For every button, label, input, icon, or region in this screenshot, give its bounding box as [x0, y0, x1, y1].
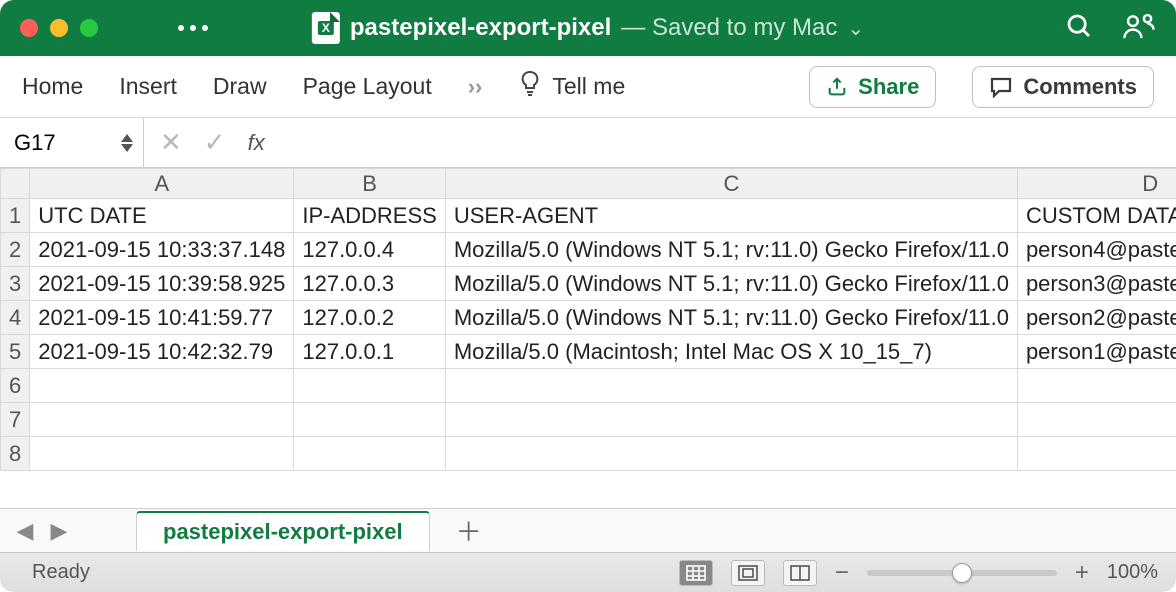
- add-sheet-button[interactable]: ＋: [444, 512, 494, 549]
- titlebar: X pastepixel-export-pixel — Saved to my …: [0, 0, 1176, 56]
- cell[interactable]: [294, 369, 445, 403]
- cancel-formula-icon[interactable]: ✕: [160, 127, 182, 158]
- cell[interactable]: [1017, 403, 1176, 437]
- cell[interactable]: [445, 369, 1017, 403]
- cell[interactable]: [30, 437, 294, 471]
- tab-insert[interactable]: Insert: [119, 73, 177, 100]
- cell[interactable]: USER-AGENT: [445, 199, 1017, 233]
- zoom-level[interactable]: 100%: [1107, 561, 1158, 584]
- col-header-C[interactable]: C: [445, 169, 1017, 199]
- cell[interactable]: [30, 369, 294, 403]
- cell[interactable]: person1@pastepixel.com: [1017, 335, 1176, 369]
- sheet-tab[interactable]: pastepixel-export-pixel: [136, 511, 430, 551]
- sheet-nav-prev-icon[interactable]: ◀: [8, 518, 42, 544]
- cell[interactable]: UTC DATE: [30, 199, 294, 233]
- cell[interactable]: CUSTOM DATA: [1017, 199, 1176, 233]
- col-header-D[interactable]: D: [1017, 169, 1176, 199]
- col-header-B[interactable]: B: [294, 169, 445, 199]
- cell[interactable]: person3@pastepixel.com: [1017, 267, 1176, 301]
- tab-draw[interactable]: Draw: [213, 73, 267, 100]
- cell[interactable]: [30, 403, 294, 437]
- search-icon[interactable]: [1064, 11, 1094, 46]
- fullscreen-window-button[interactable]: [80, 19, 98, 37]
- cell[interactable]: 2021-09-15 10:41:59.77: [30, 301, 294, 335]
- status-ready: Ready: [18, 561, 90, 584]
- formula-bar: G17 ✕ ✓ fx: [0, 118, 1176, 168]
- cell[interactable]: 127.0.0.2: [294, 301, 445, 335]
- cell[interactable]: [294, 403, 445, 437]
- share-button-label: Share: [858, 74, 919, 100]
- ribbon-tabs: Home Insert Draw Page Layout ›› Tell me …: [0, 56, 1176, 118]
- document-filename: pastepixel-export-pixel: [350, 14, 611, 42]
- row-header[interactable]: 1: [1, 199, 30, 233]
- cell[interactable]: [1017, 437, 1176, 471]
- status-bar: Ready − + 100%: [0, 552, 1176, 592]
- cell[interactable]: [445, 437, 1017, 471]
- cell[interactable]: Mozilla/5.0 (Windows NT 5.1; rv:11.0) Ge…: [445, 233, 1017, 267]
- view-normal-button[interactable]: [679, 560, 713, 586]
- cell[interactable]: person2@pastepixel.com: [1017, 301, 1176, 335]
- row-header[interactable]: 5: [1, 335, 30, 369]
- zoom-out-button[interactable]: −: [835, 559, 849, 587]
- name-box-stepper[interactable]: [119, 133, 135, 153]
- toolbar-overflow-button[interactable]: [178, 25, 208, 31]
- sheet-tab-label: pastepixel-export-pixel: [163, 519, 403, 544]
- comments-button-label: Comments: [1023, 74, 1137, 100]
- row-header[interactable]: 4: [1, 301, 30, 335]
- zoom-in-button[interactable]: +: [1075, 559, 1089, 587]
- row-header[interactable]: 3: [1, 267, 30, 301]
- window-controls: [20, 19, 98, 37]
- tab-home[interactable]: Home: [22, 73, 83, 100]
- cell[interactable]: 2021-09-15 10:42:32.79: [30, 335, 294, 369]
- fx-icon[interactable]: fx: [248, 130, 265, 156]
- name-box[interactable]: G17: [0, 118, 144, 167]
- ribbon-more-icon[interactable]: ››: [468, 74, 483, 100]
- cell[interactable]: 127.0.0.3: [294, 267, 445, 301]
- cell[interactable]: person4@pastepixel.com: [1017, 233, 1176, 267]
- spreadsheet-grid[interactable]: A B C D 1 UTC DATE IP-ADDRESS USER-AGENT…: [0, 168, 1176, 508]
- row-header[interactable]: 8: [1, 437, 30, 471]
- row-header[interactable]: 7: [1, 403, 30, 437]
- cell[interactable]: [294, 437, 445, 471]
- col-header-A[interactable]: A: [30, 169, 294, 199]
- cell[interactable]: Mozilla/5.0 (Windows NT 5.1; rv:11.0) Ge…: [445, 301, 1017, 335]
- zoom-slider[interactable]: [867, 570, 1057, 576]
- tell-me-button[interactable]: Tell me: [552, 73, 625, 100]
- cell[interactable]: [1017, 369, 1176, 403]
- share-button[interactable]: Share: [809, 66, 936, 108]
- accept-formula-icon[interactable]: ✓: [204, 127, 226, 158]
- cell[interactable]: 127.0.0.4: [294, 233, 445, 267]
- cell[interactable]: 2021-09-15 10:33:37.148: [30, 233, 294, 267]
- cell[interactable]: 2021-09-15 10:39:58.925: [30, 267, 294, 301]
- excel-file-icon: X: [312, 12, 340, 44]
- row-header[interactable]: 6: [1, 369, 30, 403]
- cell[interactable]: Mozilla/5.0 (Macintosh; Intel Mac OS X 1…: [445, 335, 1017, 369]
- document-save-status: — Saved to my Mac: [621, 14, 837, 42]
- lightbulb-icon: [518, 70, 542, 104]
- sheet-tab-bar: ◀ ▶ pastepixel-export-pixel ＋: [0, 508, 1176, 552]
- comments-button[interactable]: Comments: [972, 66, 1154, 108]
- title-dropdown-icon[interactable]: ⌄: [847, 16, 864, 41]
- cell[interactable]: IP-ADDRESS: [294, 199, 445, 233]
- select-all-corner[interactable]: [1, 169, 30, 199]
- view-page-layout-button[interactable]: [731, 560, 765, 586]
- row-header[interactable]: 2: [1, 233, 30, 267]
- name-box-value: G17: [14, 130, 56, 156]
- cell[interactable]: [445, 403, 1017, 437]
- close-window-button[interactable]: [20, 19, 38, 37]
- tab-page-layout[interactable]: Page Layout: [303, 73, 432, 100]
- view-page-break-button[interactable]: [783, 560, 817, 586]
- sheet-nav-next-icon[interactable]: ▶: [42, 518, 76, 544]
- minimize-window-button[interactable]: [50, 19, 68, 37]
- formula-input[interactable]: [281, 118, 1176, 167]
- cell[interactable]: 127.0.0.1: [294, 335, 445, 369]
- cell[interactable]: Mozilla/5.0 (Windows NT 5.1; rv:11.0) Ge…: [445, 267, 1017, 301]
- share-people-icon[interactable]: [1122, 11, 1156, 46]
